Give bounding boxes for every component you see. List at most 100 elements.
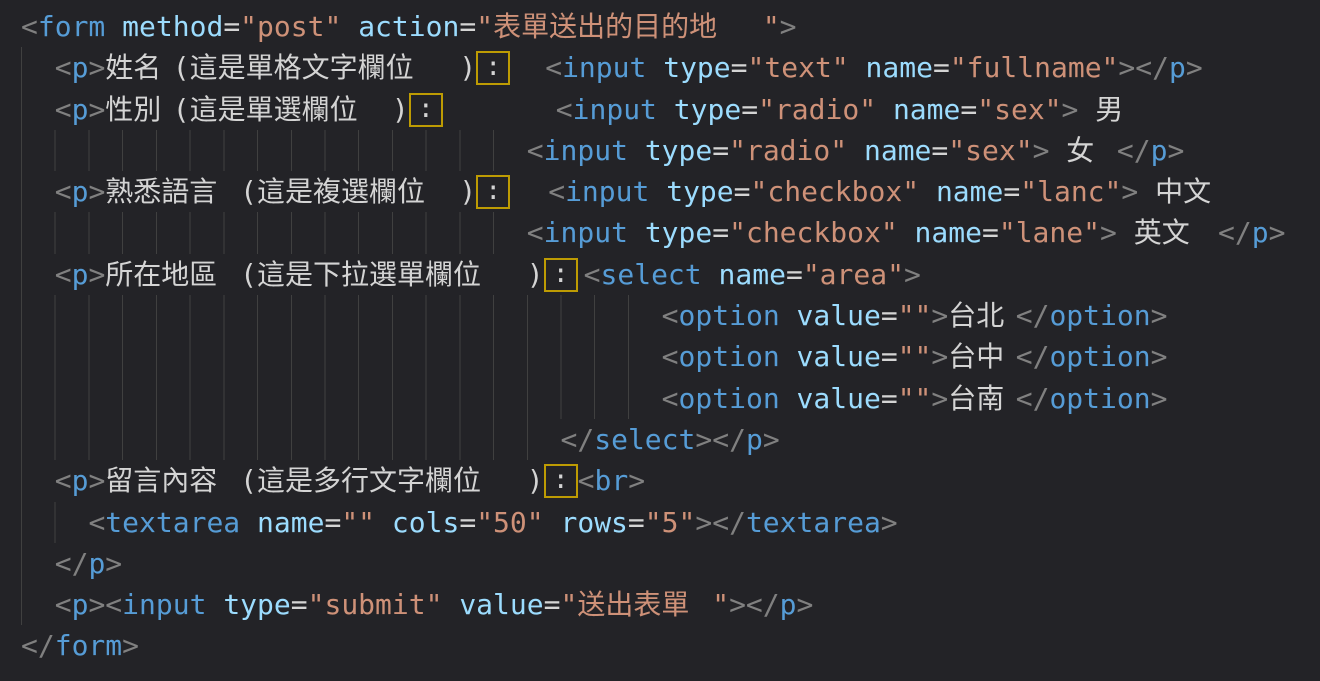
code-line-11[interactable]: </select></p> [21, 419, 1320, 460]
indent-guides [21, 378, 658, 419]
indent-guides [21, 295, 658, 336]
code-line-10[interactable]: <option value="">台南</option> [21, 378, 1320, 419]
code-line-4[interactable]: <input type="radio" name="sex"> 女 </p> [21, 130, 1320, 171]
token-attribute-name: type [674, 93, 741, 126]
token-text: ( [173, 93, 190, 126]
token-punctuation: > [931, 299, 948, 332]
code-editor[interactable]: <form method="post" action="表單送出的目的地"><p… [0, 0, 1320, 681]
unicode-highlight-fullwidth-colon[interactable]: : [409, 93, 443, 127]
unicode-highlight-fullwidth-colon[interactable]: : [544, 258, 578, 292]
token-punctuation: > [1186, 51, 1203, 84]
code-line-12[interactable]: <p>留言內容(這是多行文字欄位):<br> [21, 460, 1320, 501]
token-tag-name: option [679, 382, 780, 415]
token-attribute-name: value [459, 588, 543, 621]
code-line-8[interactable]: <option value="">台北</option> [21, 295, 1320, 336]
token-punctuation: > [88, 93, 105, 126]
token-text: ( [240, 175, 257, 208]
token-text: 台中 [948, 336, 1015, 377]
token-tag-name: p [72, 51, 89, 84]
token-punctuation: > [1121, 175, 1138, 208]
indent-guides [21, 130, 523, 171]
code-line-6[interactable]: <input type="checkbox" name="lane"> 英文 <… [21, 212, 1320, 253]
token-punctuation: < [662, 299, 679, 332]
code-line-16[interactable]: </form> [21, 625, 1320, 666]
token-text [442, 588, 459, 621]
token-string: "" [898, 382, 932, 415]
token-attribute-name: type [645, 216, 712, 249]
indent-guides [21, 543, 51, 584]
token-text [646, 51, 663, 84]
token-tag-name: p [88, 547, 105, 580]
code-line-2[interactable]: <p>姓名(這是單格文字欄位):<input type="text" name=… [21, 47, 1320, 88]
token-text [1138, 175, 1155, 208]
code-line-14[interactable]: </p> [21, 543, 1320, 584]
token-string: "" [898, 340, 932, 373]
token-string: "" [898, 299, 932, 332]
token-text [780, 299, 797, 332]
token-text: 所在地區 [105, 254, 240, 295]
indent-guides [21, 419, 557, 460]
token-text: 這是下拉選單欄位 [257, 254, 527, 295]
token-punctuation: > [780, 10, 797, 43]
token-punctuation: > [1062, 93, 1079, 126]
token-equals: = [223, 10, 240, 43]
token-text: 留言內容 [105, 460, 240, 501]
token-tag-name: select [594, 423, 695, 456]
token-string: "text" [748, 51, 849, 84]
token-punctuation: > [1167, 134, 1184, 167]
token-attribute-name: type [666, 175, 733, 208]
code-line-9[interactable]: <option value="">台中</option> [21, 336, 1320, 377]
unicode-highlight-fullwidth-colon[interactable]: : [476, 175, 510, 209]
token-attribute-name: value [797, 299, 881, 332]
token-text: ( [240, 258, 257, 291]
token-punctuation: > [88, 51, 105, 84]
unicode-highlight-fullwidth-colon[interactable]: : [544, 464, 578, 498]
token-punctuation: > [881, 506, 898, 539]
token-text [240, 506, 257, 539]
indent-guides [21, 89, 51, 130]
token-punctuation: </ [1218, 216, 1252, 249]
token-text [876, 93, 893, 126]
token-punctuation: < [578, 464, 595, 497]
indent-guides [21, 584, 51, 625]
token-equals: = [982, 216, 999, 249]
token-text [702, 258, 719, 291]
code-line-3[interactable]: <p>性別(這是單選欄位):<input type="radio" name="… [21, 89, 1320, 130]
unicode-highlight-fullwidth-colon[interactable]: : [476, 51, 510, 85]
token-equals: = [459, 10, 476, 43]
code-line-5[interactable]: <p>熟悉語言(這是複選欄位):<input type="checkbox" n… [21, 171, 1320, 212]
token-string: 表單送出的目的地 [493, 6, 763, 47]
token-punctuation: < [584, 258, 601, 291]
token-attribute-name: action [358, 10, 459, 43]
token-tag-name: input [565, 175, 649, 208]
token-tag-name: option [1049, 382, 1150, 415]
token-attribute-name: rows [560, 506, 627, 539]
indent-guides [21, 502, 84, 543]
token-attribute-name: method [122, 10, 223, 43]
token-attribute-name: type [645, 134, 712, 167]
token-attribute-name: name [719, 258, 786, 291]
token-punctuation: ></ [695, 506, 746, 539]
code-line-13[interactable]: <textarea name="" cols="50" rows="5"></t… [21, 502, 1320, 543]
token-tag-name: option [679, 299, 780, 332]
token-punctuation: < [548, 175, 565, 208]
code-line-15[interactable]: <p><input type="submit" value="送出表單"></p… [21, 584, 1320, 625]
code-line-1[interactable]: <form method="post" action="表單送出的目的地"> [21, 6, 1320, 47]
code-line-7[interactable]: <p>所在地區(這是下拉選單欄位):<select name="area"> [21, 254, 1320, 295]
token-tag-name: p [72, 258, 89, 291]
token-attribute-name: cols [392, 506, 459, 539]
token-tag-name: p [72, 175, 89, 208]
token-text: ) [527, 464, 544, 497]
token-punctuation: < [556, 93, 573, 126]
token-attribute-name: value [797, 382, 881, 415]
token-equals: = [712, 216, 729, 249]
token-text [780, 382, 797, 415]
token-tag-name: input [122, 588, 206, 621]
token-text: ) [527, 258, 544, 291]
token-tag-name: option [1049, 340, 1150, 373]
token-equals: = [734, 175, 751, 208]
token-punctuation: ></ [695, 423, 746, 456]
token-equals: = [1003, 175, 1020, 208]
token-punctuation: > [628, 464, 645, 497]
token-tag-name: p [780, 588, 797, 621]
